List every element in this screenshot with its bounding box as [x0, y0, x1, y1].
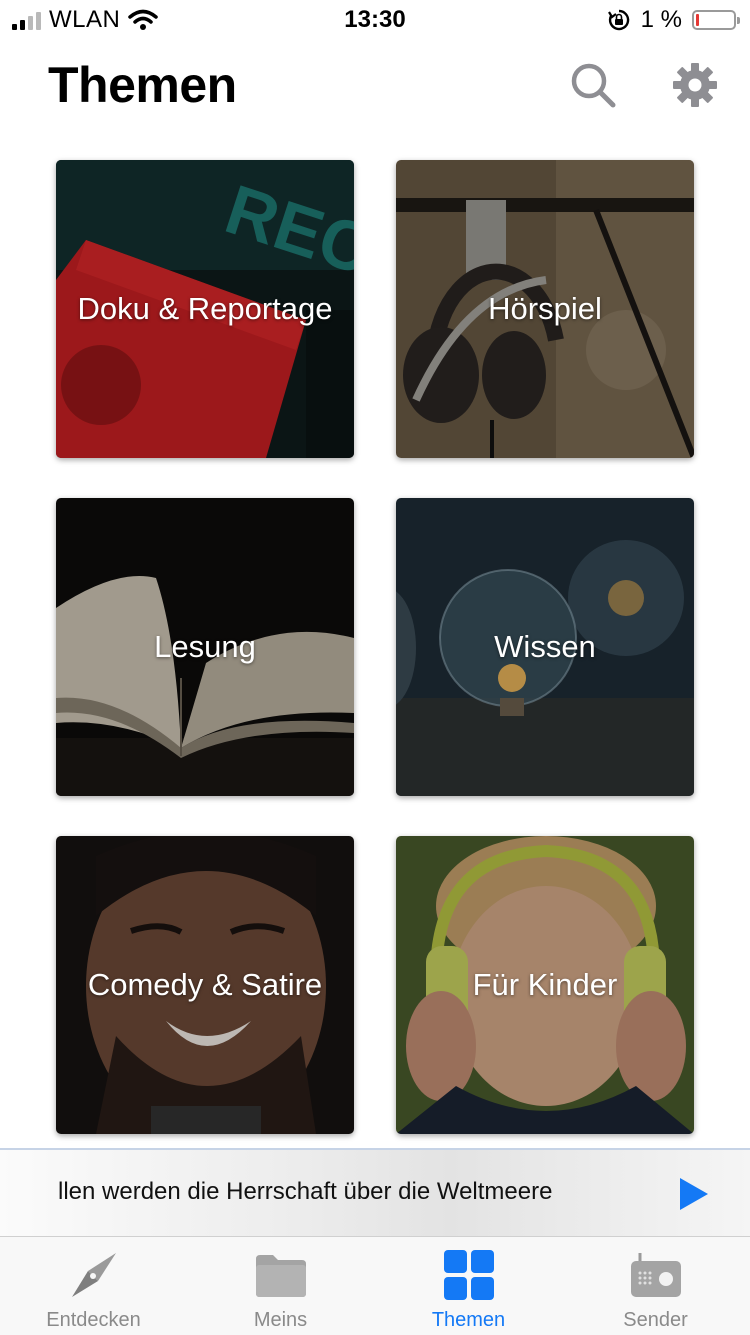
tile-label: Doku & Reportage [77, 291, 333, 326]
folder-icon [253, 1247, 309, 1303]
play-button[interactable] [676, 1176, 710, 1212]
category-tile-lesung[interactable]: Lesung [56, 498, 354, 796]
battery-percent: 1 % [640, 6, 682, 33]
compass-icon [66, 1247, 122, 1303]
tab-meins[interactable]: Meins [187, 1237, 374, 1335]
tab-label: Entdecken [46, 1309, 141, 1331]
tab-themen[interactable]: Themen [375, 1237, 562, 1335]
settings-button[interactable] [668, 58, 722, 112]
category-tile-hoerspiel[interactable]: Hörspiel [396, 160, 694, 458]
tile-label: Comedy & Satire [87, 967, 323, 1002]
now-playing-title: llen werden die Herrschaft über die Welt… [58, 1178, 553, 1205]
search-icon [571, 63, 616, 108]
tile-label: Hörspiel [488, 291, 602, 326]
status-right: 1 % [607, 6, 740, 34]
rotation-lock-icon [607, 9, 629, 31]
tab-label: Meins [253, 1309, 308, 1331]
tab-bar: Entdecken Meins Themen Sender [0, 1236, 750, 1335]
tab-label: Sender [623, 1309, 688, 1331]
category-tile-wissen[interactable]: Wissen [396, 498, 694, 796]
tab-sender[interactable]: Sender [562, 1237, 749, 1335]
page-title: Themen [48, 57, 237, 113]
grid-icon [441, 1247, 497, 1303]
tab-label: Themen [431, 1309, 506, 1331]
battery-icon [692, 10, 740, 30]
category-tile-doku[interactable]: REC Doku & Reportage [56, 160, 354, 458]
tile-label: Für Kinder [472, 967, 618, 1002]
category-tile-comedy[interactable]: Comedy & Satire [56, 836, 354, 1134]
search-button[interactable] [566, 58, 620, 112]
tab-entdecken[interactable]: Entdecken [0, 1237, 187, 1335]
mini-player[interactable]: llen werden die Herrschaft über die Welt… [0, 1148, 750, 1238]
tile-label: Lesung [154, 629, 256, 664]
status-bar: WLAN 13:30 1 % [0, 0, 750, 40]
gear-icon [673, 63, 717, 107]
radio-icon [628, 1247, 684, 1303]
category-tile-kinder[interactable]: Für Kinder [396, 836, 694, 1134]
tile-label: Wissen [494, 629, 596, 664]
